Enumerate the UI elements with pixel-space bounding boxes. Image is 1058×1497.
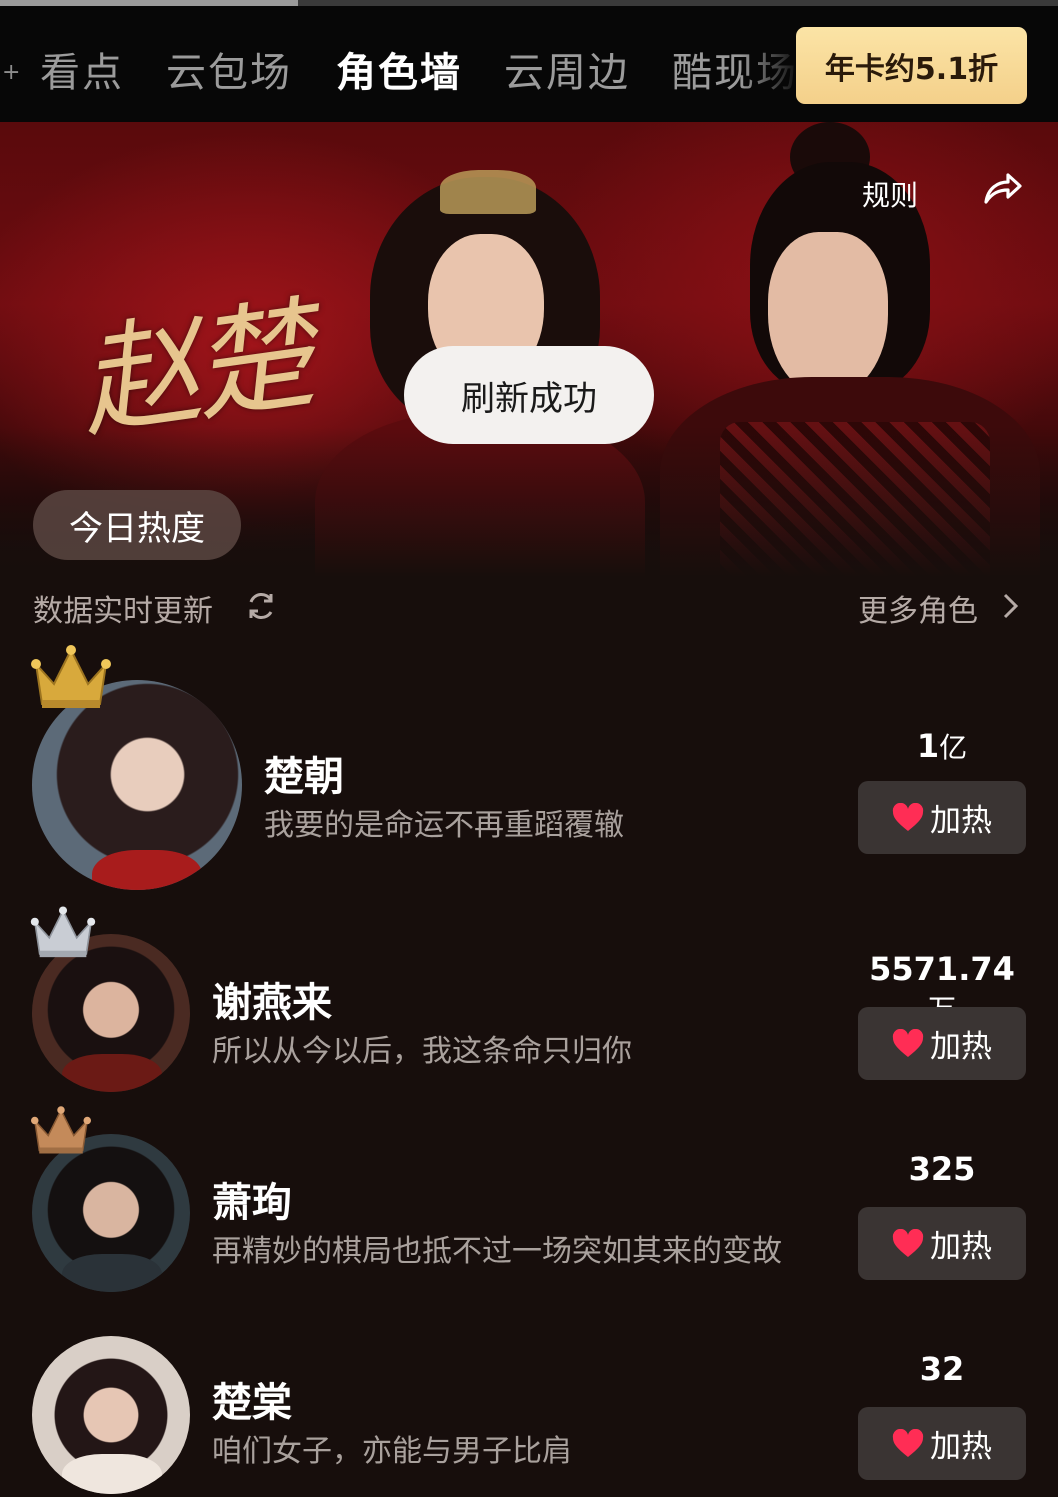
heat-count: 32 [919,1350,965,1388]
boost-label: 加热 [930,803,992,839]
boost-label: 加热 [930,1029,992,1065]
tab-yunbaochang[interactable]: 云包场 [166,40,292,98]
character-row-3: 萧珣 再精妙的棋局也抵不过一场突如其来的变故 325 加热 [0,1100,1058,1300]
refresh-icon[interactable] [244,589,278,623]
heat-count: 1亿 [916,727,968,765]
today-heat-button[interactable]: 今日热度 [33,490,241,560]
heroine-headdress [440,170,536,214]
character-name[interactable]: 楚朝 [264,744,344,802]
heart-icon [892,1028,924,1057]
character-quote: 再精妙的棋局也抵不过一场突如其来的变故 [212,1234,782,1269]
boost-label: 加热 [930,1229,992,1265]
realtime-update-label: 数据实时更新 [33,594,213,629]
tab-kandian[interactable]: 看点 [40,40,124,98]
character-row-2: 谢燕来 所以从今以后，我这条命只归你 5571.74万 加热 [0,900,1058,1100]
heart-icon [892,802,924,831]
avatar-chutang[interactable] [32,1336,190,1494]
bronze-crown-icon [31,1106,91,1154]
rules-link[interactable]: 规则 [862,174,918,214]
tab-yunzhoubian[interactable]: 云周边 [504,40,630,98]
boost-button[interactable]: 加热 [858,781,1026,854]
silver-crown-icon [30,906,96,958]
gold-crown-icon [31,645,111,708]
tab-juesheqiang[interactable]: 角色墙 [336,40,462,98]
heat-count: 325 [908,1150,976,1188]
hero-face [768,232,888,397]
character-name[interactable]: 谢燕来 [212,970,332,1028]
refresh-success-toast: 刷新成功 [404,346,654,444]
character-name[interactable]: 楚棠 [212,1370,292,1428]
boost-button[interactable]: 加热 [858,1407,1026,1480]
scroll-indicator-thumb [0,0,298,6]
more-roles-link[interactable]: 更多角色 [858,586,978,630]
boost-label: 加热 [930,1429,992,1465]
annual-card-promo-button[interactable]: 年卡约5.1折 [796,27,1027,104]
boost-button[interactable]: 加热 [858,1007,1026,1080]
scroll-indicator-track [0,0,1058,6]
heart-icon [892,1428,924,1457]
character-quote: 我要的是命运不再重蹈覆辙 [264,808,624,843]
heart-icon [892,1228,924,1257]
drama-banner: 赵楚 规则 刷新成功 今日热度 [0,122,1058,577]
character-row-1: 楚朝 我要的是命运不再重蹈覆辙 1亿 加热 [0,640,1058,900]
boost-button[interactable]: 加热 [858,1207,1026,1280]
share-icon[interactable] [980,166,1024,210]
character-row-4: 楚棠 咱们女子，亦能与男子比肩 32 加热 [0,1300,1058,1497]
plus-icon[interactable]: + [2,60,20,85]
character-quote: 咱们女子，亦能与男子比肩 [212,1434,572,1469]
character-name[interactable]: 萧珣 [212,1170,292,1228]
tab-fade-overlay [740,20,800,110]
chevron-right-icon[interactable] [998,591,1022,621]
top-tab-bar: + 看点 云包场 角色墙 云周边 酷现场 年卡约5.1折 [0,0,1058,122]
character-quote: 所以从今以后，我这条命只归你 [212,1034,632,1069]
